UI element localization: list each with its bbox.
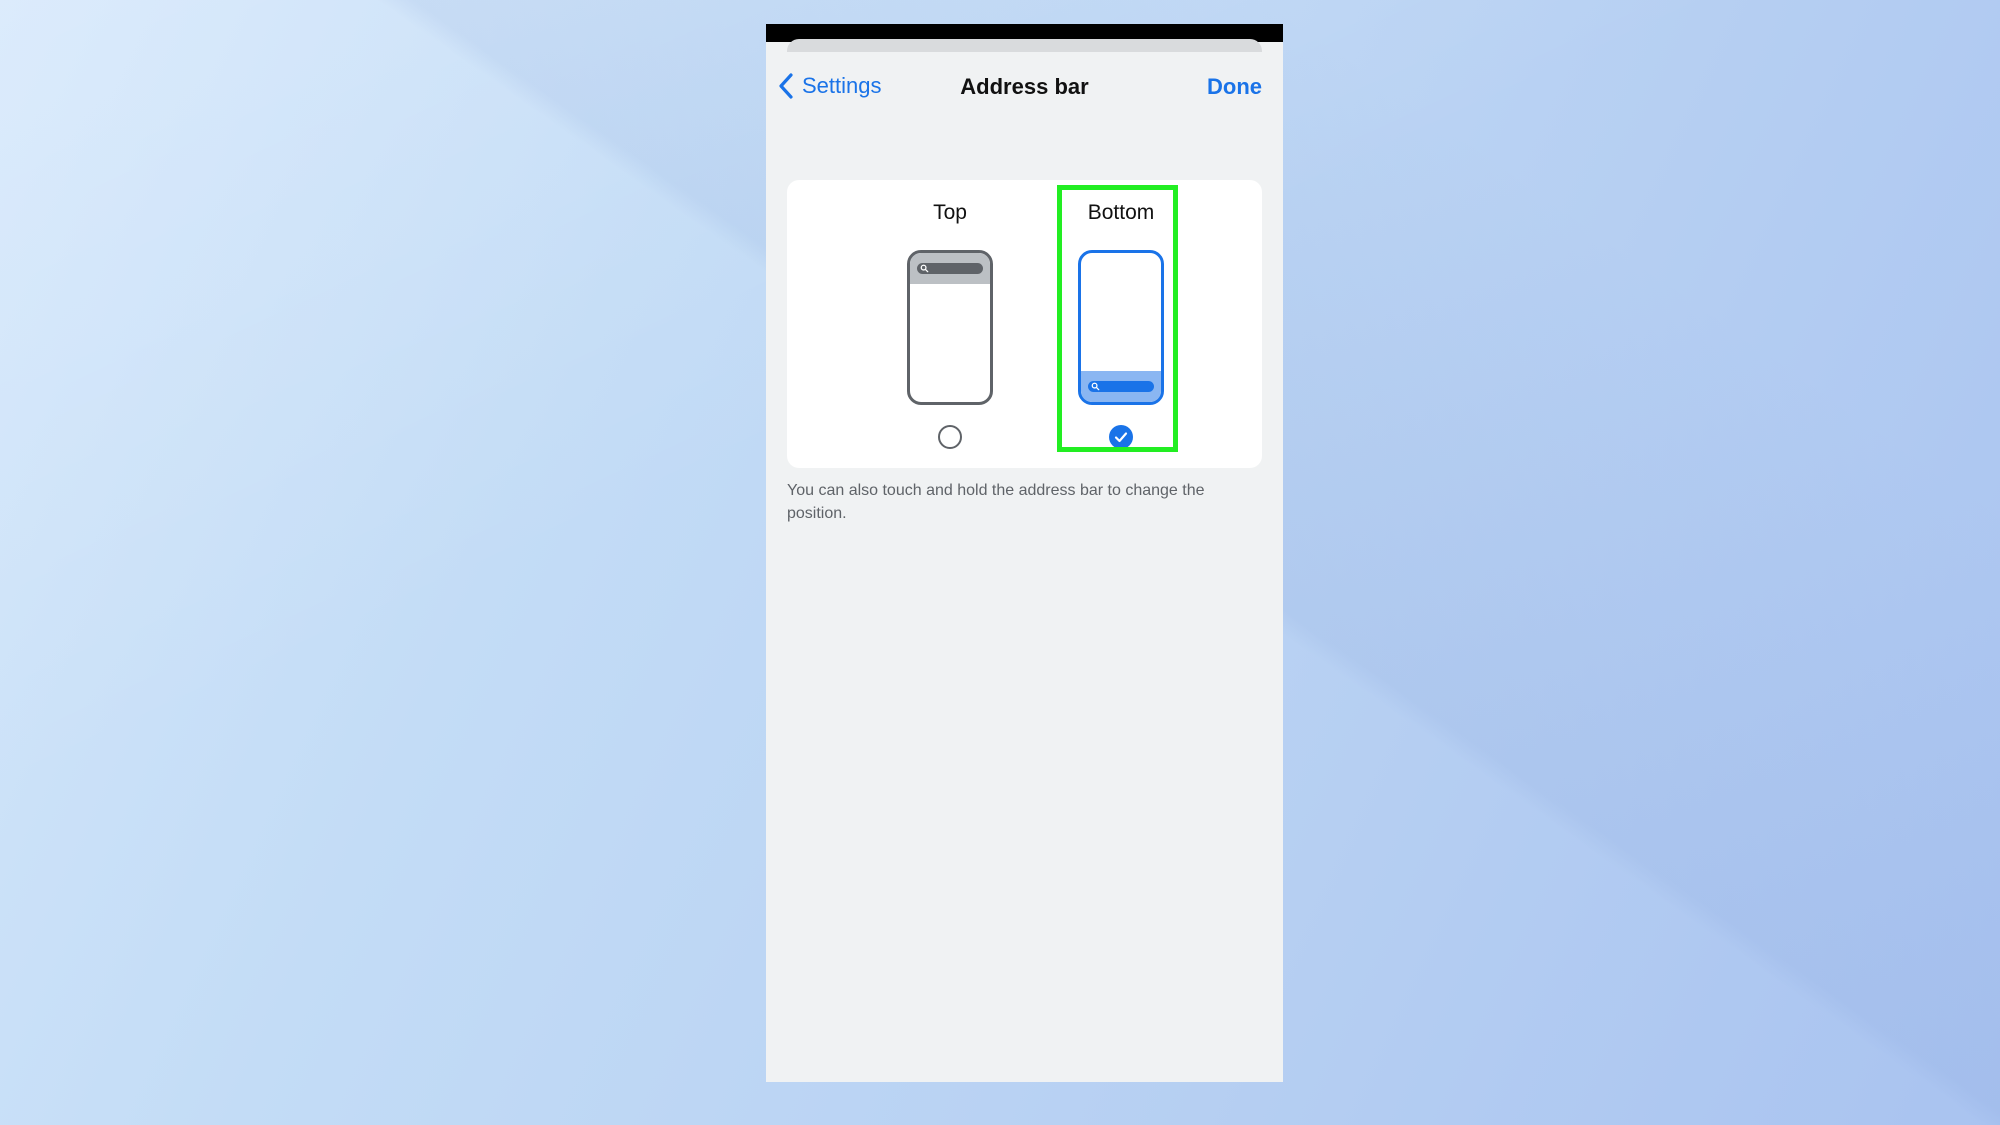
navigation-bar: Settings Address bar Done — [766, 52, 1283, 112]
address-bar-position-card: Top Bottom — [787, 180, 1262, 468]
option-top-radio[interactable] — [938, 425, 962, 449]
option-top[interactable]: Top — [887, 180, 1013, 468]
preview-search-pill — [1088, 381, 1154, 392]
phone-screen: Settings Address bar Done Top Bottom You… — [766, 24, 1283, 1082]
search-icon — [1091, 382, 1100, 391]
done-button[interactable]: Done — [1207, 74, 1262, 100]
option-top-label: Top — [933, 201, 967, 224]
preview-address-bar — [910, 253, 990, 284]
preview-address-bar — [1081, 371, 1161, 402]
checkmark-icon — [1114, 432, 1128, 443]
option-bottom-radio[interactable] — [1109, 425, 1133, 449]
address-bar-settings-sheet: Settings Address bar Done Top Bottom You… — [766, 52, 1283, 1082]
bottom-address-bar-preview — [1078, 250, 1164, 405]
search-icon — [920, 264, 929, 273]
top-address-bar-preview — [907, 250, 993, 405]
page-title: Address bar — [960, 74, 1089, 99]
option-bottom[interactable]: Bottom — [1058, 180, 1184, 468]
position-hint-text: You can also touch and hold the address … — [787, 482, 1205, 522]
preview-search-pill — [917, 263, 983, 274]
option-bottom-label: Bottom — [1087, 201, 1155, 224]
